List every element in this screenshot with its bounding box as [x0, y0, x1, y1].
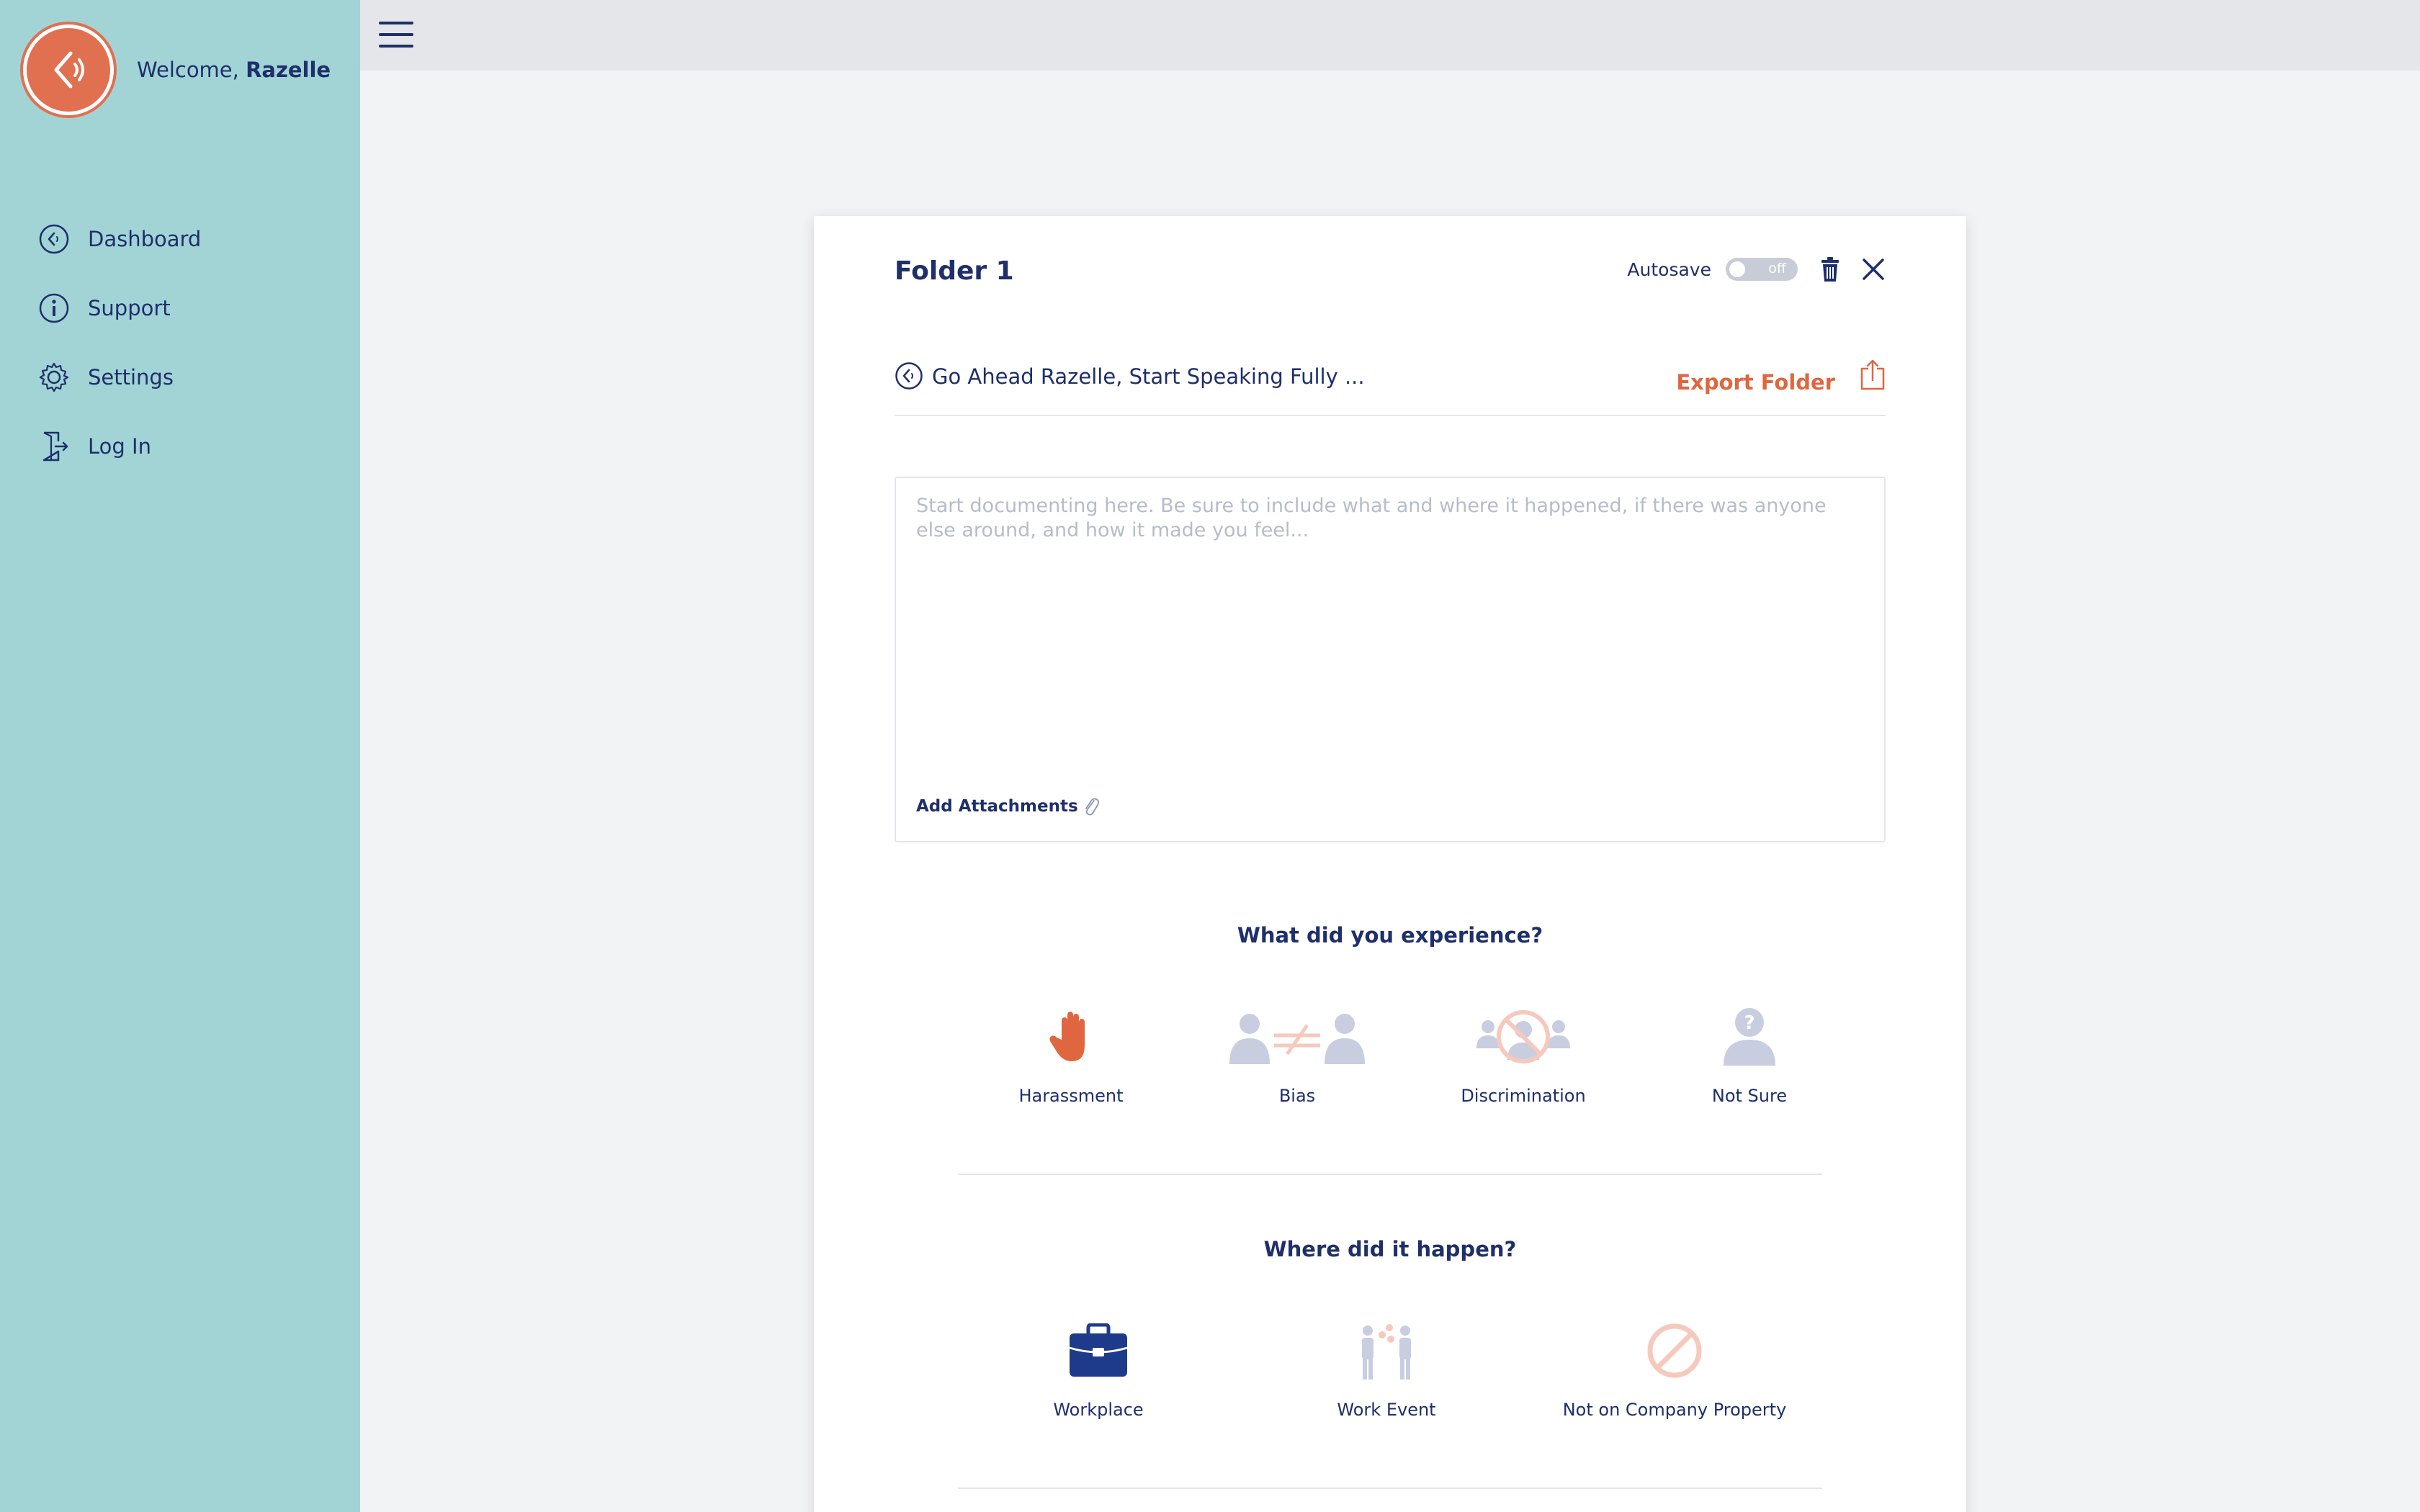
autosave-label: Autosave: [1627, 258, 1711, 280]
top-bar: [360, 0, 2420, 71]
people-event-icon: [1358, 1315, 1415, 1387]
welcome-user-name: Razelle: [246, 58, 331, 82]
sidebar-item-dashboard[interactable]: Dashboard: [37, 204, 201, 274]
card-actions: Autosave off: [1627, 256, 1886, 282]
logo-icon[interactable]: [23, 24, 114, 115]
sidebar: Welcome, Razelle Dashboard Support Setti…: [0, 0, 360, 1512]
section-divider: [958, 1174, 1822, 1175]
option-workplace[interactable]: Workplace: [1001, 1315, 1196, 1420]
svg-text:?: ?: [1744, 1012, 1754, 1034]
folder-card: Folder 1 Autosave off Go Ahead Razelle, …: [814, 216, 1966, 1512]
sidebar-item-label: Support: [88, 296, 171, 320]
briefcase-icon: [1068, 1315, 1129, 1387]
trash-icon[interactable]: [1819, 256, 1841, 282]
raised-hand-icon: [1046, 1001, 1096, 1073]
share-export-icon[interactable]: [1860, 359, 1886, 390]
autosave-toggle[interactable]: off: [1726, 258, 1798, 281]
option-bias[interactable]: Bias: [1170, 1001, 1425, 1106]
export-folder-button[interactable]: Export Folder: [1676, 370, 1835, 395]
sidebar-item-settings[interactable]: Settings: [37, 343, 201, 412]
sidebar-item-label: Dashboard: [88, 227, 202, 251]
option-label: Work Event: [1337, 1400, 1436, 1420]
sidebar-item-label: Log In: [88, 434, 151, 459]
option-label: Not on Company Property: [1562, 1400, 1787, 1420]
experience-question: What did you experience?: [1237, 923, 1543, 948]
prohibited-icon: [1646, 1315, 1703, 1387]
login-icon: [37, 430, 71, 463]
location-options: Workplace Work Event Not on Company Prop…: [1001, 1315, 1786, 1420]
paperclip-icon: [1083, 795, 1100, 818]
documentation-textarea[interactable]: [916, 494, 1864, 753]
dashboard-icon: [37, 222, 71, 256]
welcome-prefix: Welcome,: [137, 58, 239, 82]
location-question: Where did it happen?: [1263, 1237, 1517, 1261]
welcome-text: Welcome, Razelle: [137, 58, 331, 82]
option-label: Workplace: [1053, 1400, 1144, 1420]
folder-name[interactable]: Go Ahead Razelle, Start Speaking Fully .…: [932, 364, 1365, 389]
option-label: Bias: [1278, 1086, 1316, 1106]
option-label: Not Sure: [1711, 1086, 1788, 1106]
folder-title: Folder 1: [895, 256, 1014, 286]
sidebar-item-support[interactable]: Support: [37, 274, 201, 343]
close-icon[interactable]: [1861, 257, 1886, 282]
prohibited-person-icon: [1475, 1001, 1572, 1073]
option-label: Discrimination: [1461, 1086, 1586, 1106]
option-not-sure[interactable]: ? Not Sure: [1622, 1001, 1877, 1106]
hamburger-menu-icon[interactable]: [379, 22, 413, 48]
option-discrimination[interactable]: Discrimination: [1425, 1001, 1622, 1106]
not-equal-people-icon: [1227, 1001, 1368, 1073]
toggle-state: off: [1768, 261, 1786, 276]
add-attachments-button[interactable]: Add Attachments: [916, 795, 1100, 818]
toggle-knob: [1729, 261, 1745, 277]
question-person-icon: ?: [1721, 1001, 1778, 1073]
option-not-on-company-property[interactable]: Not on Company Property: [1563, 1315, 1786, 1420]
brand: Welcome, Razelle: [23, 24, 331, 115]
experience-options: Harassment Bias Discrimination ? Not Sur…: [972, 1001, 1877, 1106]
documentation-box: Add Attachments: [895, 477, 1886, 842]
option-harassment[interactable]: Harassment: [972, 1001, 1170, 1106]
back-icon[interactable]: [895, 361, 923, 390]
attach-label: Add Attachments: [916, 797, 1078, 816]
folder-header-row: Go Ahead Razelle, Start Speaking Fully .…: [895, 359, 1886, 416]
option-label: Harassment: [1018, 1086, 1124, 1106]
gear-icon: [37, 361, 71, 394]
sidebar-item-label: Settings: [88, 365, 174, 390]
sidebar-nav: Dashboard Support Settings Log In: [37, 204, 201, 481]
option-work-event[interactable]: Work Event: [1196, 1315, 1577, 1420]
sidebar-item-login[interactable]: Log In: [37, 412, 201, 481]
section-divider: [958, 1488, 1822, 1489]
info-icon: [37, 292, 71, 325]
